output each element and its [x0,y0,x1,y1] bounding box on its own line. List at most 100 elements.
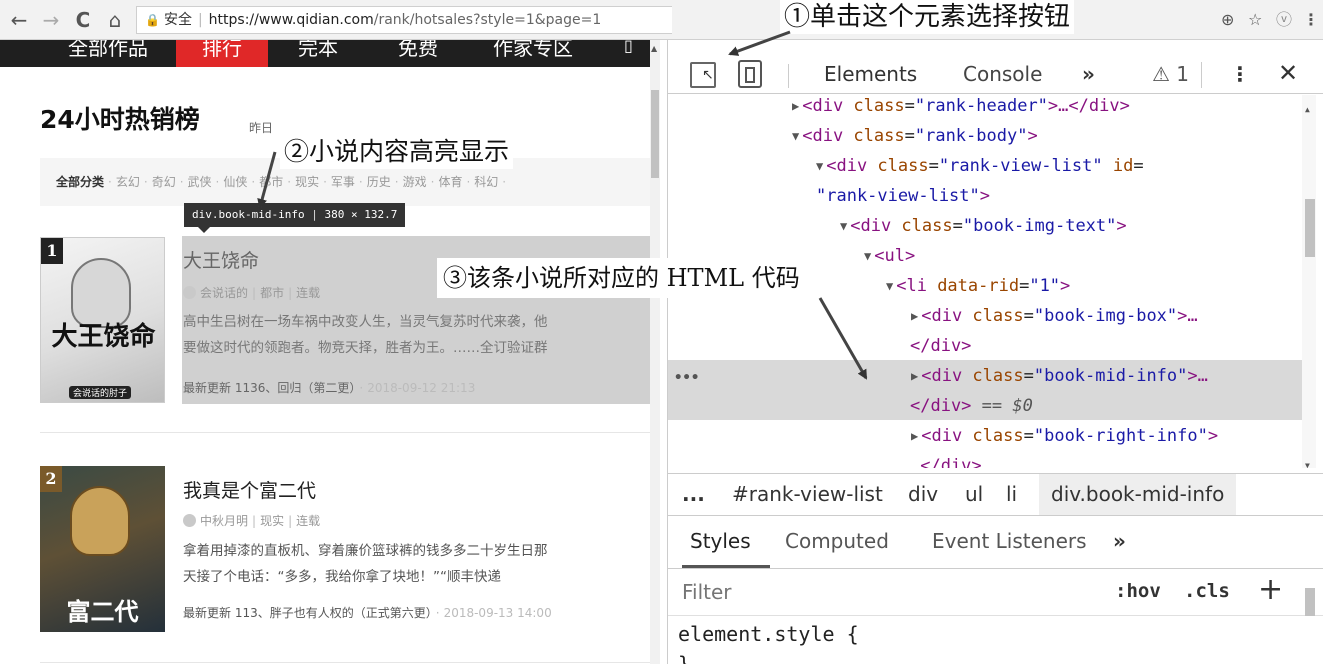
dom-scrollbar[interactable] [1302,95,1316,468]
book-genre[interactable]: 现实 [260,514,284,528]
dom-node[interactable]: ▼ <li data-rid="1"> [886,271,1070,301]
dom-node[interactable]: ▼ <ul> [864,241,915,271]
update-chapter[interactable]: 最新更新 1136、回归（第二更） [183,381,355,395]
category-item[interactable]: 游戏 [403,175,427,189]
more-style-tabs-button[interactable]: » [1113,529,1126,553]
tooltip-pointer [198,227,210,233]
dom-node-wrap: </div> [910,336,972,356]
extension-icon[interactable]: ⓥ [1276,8,1292,32]
collapse-triangle-icon[interactable]: ▼ [886,279,893,293]
cursor-arrow-icon: ↖ [702,67,714,83]
page-scrollbar-thumb[interactable] [651,90,659,178]
breadcrumb-item-active[interactable]: div.book-mid-info [1039,474,1237,515]
nav-free[interactable]: 免费 [398,40,438,61]
active-tab-indicator [682,565,770,568]
node-actions-ellipsis[interactable]: ••• [674,363,699,393]
dom-node[interactable]: ▼ <div class="rank-view-list" id= [816,151,1144,181]
styles-filter-input[interactable] [676,574,1096,610]
expand-triangle-icon[interactable]: ▶ [911,369,918,383]
category-all[interactable]: 全部分类 [56,175,104,189]
close-icon[interactable]: ✕ [1278,59,1298,87]
warnings-indicator[interactable]: ⚠ 1 [1152,62,1189,86]
category-item[interactable]: 体育 [438,175,462,189]
book-author[interactable]: 会说话的 [200,286,248,300]
category-item[interactable]: 仙侠 [223,175,247,189]
nav-all-works[interactable]: 全部作品 [68,40,148,61]
nav-author-zone[interactable]: 作家专区 [493,40,573,61]
collapse-triangle-icon[interactable]: ▼ [792,129,799,143]
tab-console[interactable]: Console [963,62,1042,86]
nav-ranking[interactable]: 排行 [202,40,242,61]
new-style-rule-button[interactable]: + [1258,570,1283,610]
hover-state-toggle[interactable]: :hov [1115,580,1161,602]
book-cover[interactable]: 1 大王饶命 会说话的肘子 [40,237,165,403]
breadcrumb-item[interactable]: ul [965,474,983,515]
book-author[interactable]: 中秋月明 [200,514,248,528]
category-item[interactable]: 奇幻 [152,175,176,189]
collapse-triangle-icon[interactable]: ▼ [840,219,847,233]
address-bar[interactable]: 🔒 安全 | https://www.qidian.com/rank/hotsales… [136,6,672,34]
zoom-icon[interactable]: ⊕ [1221,8,1234,32]
class-toggle[interactable]: .cls [1184,580,1230,602]
url-path: /rank/hotsales?style=1&page=1 [373,12,602,28]
dom-node[interactable]: ▼ <div class="book-img-text"> [840,211,1127,241]
book-item[interactable]: 2 富二代 我真是个富二代 中秋月明 | 现实 | 连载 拿着用掉漆的直板机、穿着廉价篮… [40,462,660,658]
dom-node[interactable]: ▶ <div class="book-img-box">… [911,301,1198,331]
tab-event-listeners[interactable]: Event Listeners [932,529,1087,553]
book-cover[interactable]: 2 富二代 [40,466,165,632]
tab-styles[interactable]: Styles [690,529,751,553]
dom-node-selected[interactable]: ▶ <div class="book-mid-info">… [911,361,1208,391]
more-tabs-button[interactable]: » [1082,62,1095,86]
tab-computed[interactable]: Computed [785,529,889,553]
author-avatar [183,286,196,299]
device-toolbar-button[interactable] [738,60,762,88]
devtools-toolbar: ↖ Elements Console » ⚠ 1 ⋮ ✕ [668,58,1323,94]
breadcrumb-overflow[interactable]: ... [682,474,705,515]
collapse-triangle-icon[interactable]: ▼ [816,159,823,173]
devtools-menu-icon[interactable]: ⋮ [1230,62,1250,86]
category-item[interactable]: 都市 [259,175,283,189]
element-style-rule[interactable]: element.style { [678,622,859,646]
book-title[interactable]: 我真是个富二代 [183,476,316,503]
scroll-down-icon[interactable]: ▼ [1305,451,1310,468]
bookmark-star-icon[interactable]: ☆ [1248,8,1262,32]
breadcrumb-item[interactable]: li [1006,474,1017,515]
selected-node-marker: == $0 [971,396,1033,416]
web-page: 全部作品 排行 完本 免费 作家专区 ▯ 24小时热销榜 昨日 全部分类 · 玄幻 ·… [0,40,660,664]
lock-icon: 🔒 [145,13,160,27]
category-item[interactable]: 玄幻 [116,175,140,189]
category-item[interactable]: 军事 [331,175,355,189]
category-item[interactable]: 科幻 [474,175,498,189]
dom-node[interactable]: ▶ <div class="book-right-info"> [911,421,1218,451]
category-item[interactable]: 历史 [367,175,391,189]
home-icon[interactable]: ⌂ [102,6,128,34]
expand-triangle-icon[interactable]: ▶ [911,429,918,443]
collapse-triangle-icon[interactable]: ▼ [864,249,871,263]
expand-triangle-icon[interactable]: ▶ [792,99,799,113]
element-picker-button[interactable]: ↖ [690,62,716,88]
breadcrumb-item[interactable]: #rank-view-list [732,474,883,515]
dom-scrollbar-thumb[interactable] [1305,199,1315,257]
book-title[interactable]: 大王饶命 [183,246,259,273]
book-genre[interactable]: 都市 [260,286,284,300]
nav-finished[interactable]: 完本 [298,40,338,61]
nav-device-icon[interactable]: ▯ [624,40,633,55]
back-icon[interactable]: ← [6,6,32,34]
scroll-up-icon[interactable]: ▲ [1305,95,1310,125]
dom-node[interactable]: ▼ <div class="rank-body"> [792,121,1038,151]
breadcrumb-item[interactable]: div [908,474,938,515]
category-item[interactable]: 现实 [295,175,319,189]
tab-elements[interactable]: Elements [824,62,917,86]
update-chapter[interactable]: 最新更新 113、胖子也有人权的（正式第六更） [183,606,432,620]
styles-scrollbar-thumb[interactable] [1305,588,1315,616]
category-item[interactable]: 武侠 [188,175,212,189]
forward-icon[interactable]: → [38,6,64,34]
reload-icon[interactable]: C [70,6,96,34]
book-intro: 高中生吕树在一场车祸中改变人生，当灵气复苏时代来袭，他 要做这时代的领跑者。物竞… [183,309,658,361]
browser-menu-icon[interactable]: ⋮ [1303,8,1319,32]
scroll-up-icon[interactable]: ▲ [651,44,657,53]
expand-triangle-icon[interactable]: ▶ [911,309,918,323]
update-time: 2018-09-13 14:00 [443,606,552,620]
dom-node[interactable]: ▶ <div class="rank-header">…</div> [792,95,1130,121]
cover-illustration [71,258,131,328]
